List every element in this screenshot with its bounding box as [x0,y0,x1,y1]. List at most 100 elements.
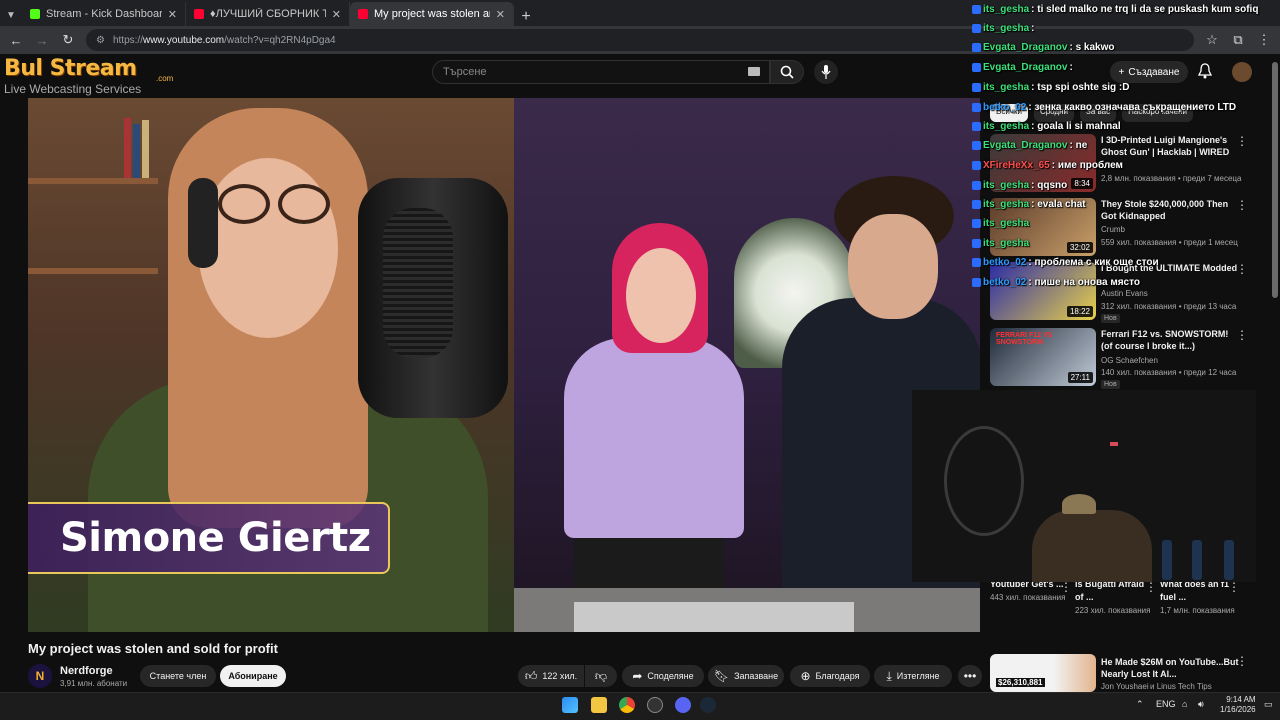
download-button[interactable]: ⤓ Изтегляне [874,665,952,687]
forward-icon[interactable]: → [34,33,50,48]
person-face [848,214,938,319]
browser-tab-video[interactable]: My project was stolen and sold ✕ [350,2,514,26]
hanging-chair [944,426,1024,536]
chat-message: its_gesha: tsp spi oshte sig :D [972,82,1129,93]
menu-icon[interactable]: ⋮ [1256,32,1272,48]
platform-badge-icon [972,43,981,52]
close-icon[interactable]: ✕ [332,8,341,21]
create-button[interactable]: + Създаване [1110,61,1188,83]
related-video[interactable]: $26,310,881 He Made $26M on YouTube...Bu… [990,654,1260,694]
microphone-grill [383,208,453,358]
short-item[interactable]: Is Bugatti Afraid of ... 223 хил. показв… [1075,578,1155,618]
chat-text: : evala chat [1031,199,1086,210]
streamer-webcam-overlay [912,390,1256,582]
chat-username: betko_02 [983,257,1027,268]
short-views: 443 хил. показвания [990,593,1066,602]
related-title[interactable]: They Stole $240,000,000 Then Got Kidnapp… [1101,198,1241,222]
more-options-icon[interactable]: ⋮ [1228,580,1240,594]
tray-overflow-icon[interactable]: ⌃ [1136,699,1144,710]
related-video[interactable]: 18:22 I Bought the ULTIMATE Modded Austi… [990,262,1260,323]
browser-tab-kick[interactable]: Stream - Kick Dashboard ✕ [22,2,186,26]
video-thumbnail[interactable]: $26,310,881 [990,654,1096,692]
url-prefix: https:// [112,34,143,46]
channel-name[interactable]: Nerdforge [60,665,113,677]
thumbs-down-icon: 👎︎ [594,668,608,683]
short-views: 1,7 млн. показвания [1160,606,1235,615]
video-right-pane [514,98,980,632]
tab-search-icon[interactable]: ▼ [0,4,22,26]
close-icon[interactable]: ✕ [496,8,505,21]
related-title[interactable]: He Made $26M on YouTube...But Nearly Los… [1101,656,1241,680]
join-button[interactable]: Станете член [140,665,216,687]
system-clock[interactable]: 9:14 AM 1/16/2026 [1220,695,1256,715]
chat-username: XFireHeXx_65 [983,160,1050,171]
more-options-icon[interactable]: ⋮ [1236,262,1248,276]
notification-center-icon[interactable]: ▭ [1264,699,1273,710]
scrollbar-thumb[interactable] [1272,62,1278,298]
chrome-icon[interactable] [619,697,635,713]
like-button[interactable]: 👍︎ 122 хил. [518,665,584,687]
new-tab-button[interactable]: + [514,8,538,26]
voice-search-button[interactable] [814,60,838,84]
more-actions-button[interactable]: ••• [958,665,982,687]
close-icon[interactable]: ✕ [168,8,177,21]
chat-message: Evgata_Draganov: ne [972,140,1087,151]
more-options-icon[interactable]: ⋮ [1060,580,1072,594]
windows-start-icon[interactable] [562,697,578,713]
save-button[interactable]: 🔖︎ Запазване [708,665,784,687]
more-options-icon[interactable]: ⋮ [1236,198,1248,212]
related-channel[interactable]: Austin Evans [1101,289,1148,298]
related-video[interactable]: FERRARI F12 VS SNOWSTORM 27:11 Ferrari F… [990,328,1260,389]
video-player[interactable]: Simone Giertz [28,98,980,632]
more-options-icon[interactable]: ⋮ [1236,134,1248,148]
chat-message: betko_02: зенка какво означава съкращени… [972,102,1236,113]
thumbnail-text: FERRARI F12 VS SNOWSTORM [996,332,1053,346]
language-indicator[interactable]: ENG [1156,699,1176,709]
chat-username: its_gesha [983,218,1030,229]
search-button[interactable] [770,60,804,84]
download-label: Изтегляне [896,671,940,681]
bookmark-icon: 🔖︎ [713,669,730,683]
chat-message: betko_02: пише на онова място [972,277,1140,288]
back-icon[interactable]: ← [8,33,24,48]
dislike-button[interactable]: 👎︎ [585,665,617,687]
network-icon[interactable]: ⌂ [1182,699,1187,709]
brand-domain: .com [156,74,174,83]
more-options-icon[interactable]: ⋮ [1236,328,1248,342]
clock-time: 9:14 AM [1226,695,1256,704]
notifications-bell-icon[interactable] [1197,63,1213,84]
obs-icon[interactable] [647,697,663,713]
related-channel[interactable]: Crumb [1101,225,1125,234]
video-thumbnail[interactable]: 18:22 [990,262,1096,320]
subscribe-button[interactable]: Абониране [220,665,286,687]
file-explorer-icon[interactable] [591,697,607,713]
status-light [1110,442,1118,446]
volume-icon[interactable]: 🔊︎ [1198,699,1204,710]
new-badge: Нов [1101,314,1120,323]
more-options-icon[interactable]: ⋮ [1145,580,1157,594]
related-title[interactable]: I 3D-Printed Luigi Mangione's Ghost Gun'… [1101,134,1241,158]
related-channel[interactable]: OG Schaefchen [1101,356,1158,365]
channel-avatar[interactable]: N [28,664,52,688]
thanks-button[interactable]: ⊕ Благодаря [790,665,870,687]
discord-icon[interactable] [675,697,691,713]
steam-icon[interactable] [700,697,716,713]
bookmark-star-icon[interactable]: ☆ [1204,32,1220,48]
chat-message: its_gesha: [972,23,1034,34]
platform-badge-icon [972,83,981,92]
search-input[interactable]: Търсене [432,60,770,84]
share-button[interactable]: ➦ Споделяне [622,665,704,687]
browser-tab-music[interactable]: ♦ЛУЧШИЙ СБОРНИК ТРЕКОВ ✕ [186,2,350,26]
account-avatar[interactable] [1232,62,1252,82]
short-item[interactable]: Youtuber Get's ... 443 хил. показвания [990,578,1070,605]
book [142,120,149,178]
chat-message: Evgata_Draganov: s kakwo [972,42,1115,53]
related-channel[interactable]: Jon Youshaei [1101,682,1149,691]
reload-icon[interactable]: ↻ [60,32,76,48]
extensions-icon[interactable]: ⧉ [1230,32,1246,48]
related-title[interactable]: Ferrari F12 vs. SNOWSTORM! (of course I … [1101,328,1241,352]
site-info-icon[interactable]: ⚙ [96,35,105,46]
keyboard-icon[interactable] [748,67,760,76]
video-thumbnail[interactable]: FERRARI F12 VS SNOWSTORM 27:11 [990,328,1096,386]
more-options-icon[interactable]: ⋮ [1236,654,1248,668]
